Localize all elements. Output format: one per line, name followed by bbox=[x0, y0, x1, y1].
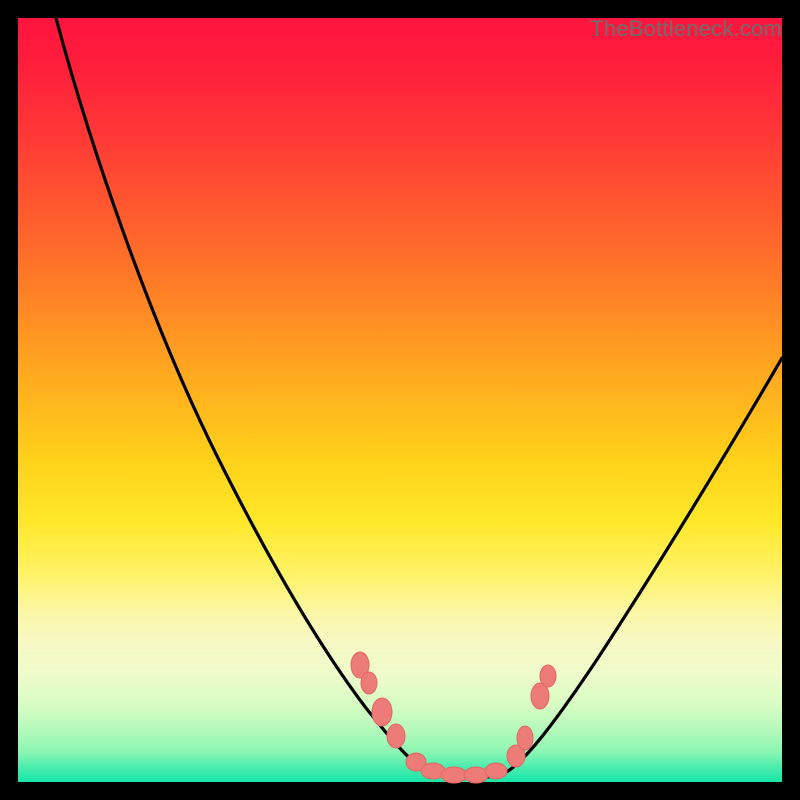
marker-dot bbox=[517, 726, 533, 750]
curve-right-branch bbox=[508, 358, 782, 771]
marker-dot bbox=[361, 672, 377, 694]
chart-svg bbox=[18, 18, 782, 782]
marker-dot bbox=[441, 767, 467, 783]
marker-dot bbox=[372, 698, 392, 726]
marker-dot bbox=[485, 763, 507, 779]
watermark-text: TheBottleneck.com bbox=[590, 16, 782, 42]
marker-dot bbox=[540, 665, 556, 687]
marker-group bbox=[351, 652, 556, 783]
curve-left-branch bbox=[56, 18, 428, 772]
marker-dot bbox=[464, 767, 488, 783]
marker-dot bbox=[387, 724, 405, 748]
